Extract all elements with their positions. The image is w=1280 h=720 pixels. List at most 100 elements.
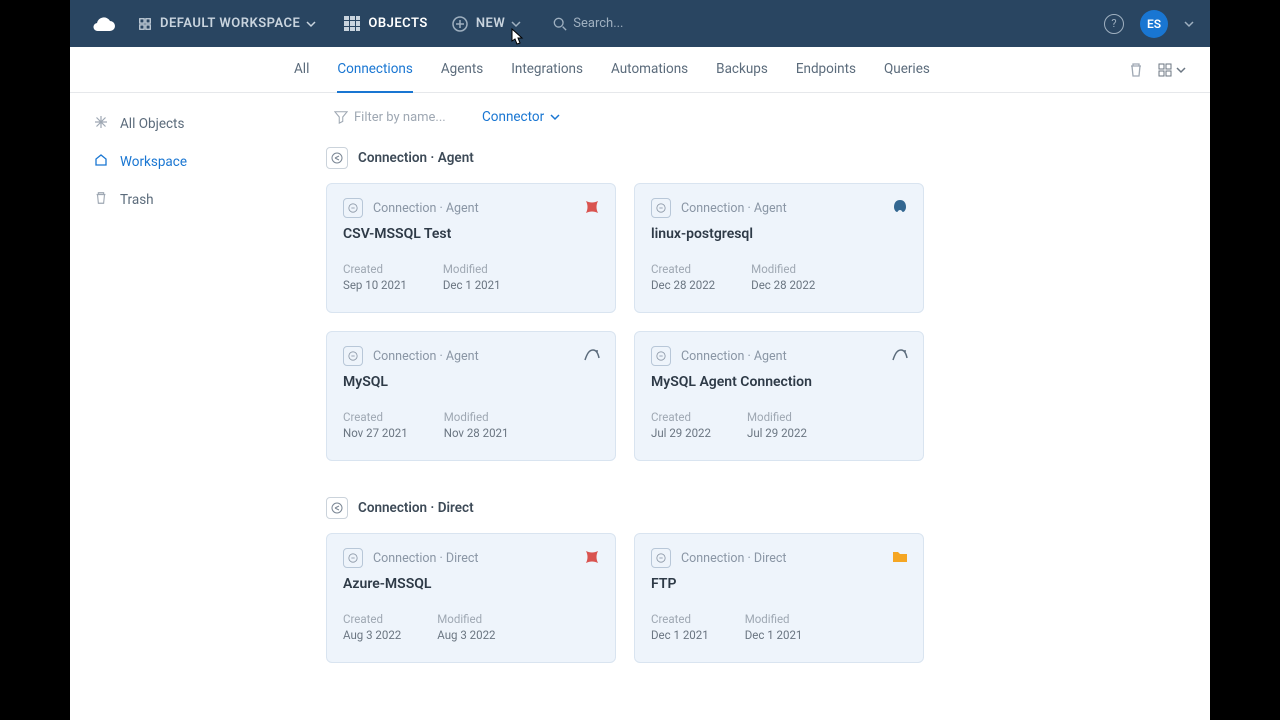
nav-objects[interactable]: OBJECTS	[344, 16, 427, 32]
sidebar-item-label: All Objects	[120, 116, 184, 132]
created-date: Jul 29 2022	[651, 426, 711, 440]
search-input[interactable]	[573, 16, 693, 31]
sidebar-item-all-objects[interactable]: All Objects	[78, 105, 318, 143]
workspace-icon	[138, 17, 152, 31]
connection-card[interactable]: Connection · AgentCSV-MSSQL TestCreatedS…	[326, 183, 616, 313]
connection-card[interactable]: Connection · Direct FTP Created Dec 1 2021 M…	[634, 533, 924, 663]
group-title: Connection · Direct	[358, 500, 474, 516]
connection-icon	[651, 346, 671, 366]
connection-card[interactable]: Connection · Direct Azure-MSSQL Created Aug…	[326, 533, 616, 663]
card-title: FTP	[651, 576, 907, 592]
postgres-icon	[891, 198, 909, 216]
connection-card[interactable]: Connection · Agent linux-postgresql Create…	[634, 183, 924, 313]
workspace-selector[interactable]: DEFAULT WORKSPACE	[138, 16, 316, 31]
modified-date: Aug 3 2022	[437, 628, 495, 642]
created-label: Created	[651, 262, 715, 276]
chevron-down-icon[interactable]	[1184, 19, 1194, 29]
search-box[interactable]	[553, 16, 693, 31]
card-title: CSV-MSSQL Test	[343, 226, 599, 242]
help-button[interactable]: ?	[1104, 14, 1124, 34]
tab-automations[interactable]: Automations	[611, 47, 688, 93]
tab-connections[interactable]: Connections	[337, 47, 412, 93]
workspace-label: DEFAULT WORKSPACE	[160, 16, 300, 31]
modified-label: Modified	[443, 262, 501, 276]
card-type-label: Connection · Direct	[373, 551, 479, 566]
created-label: Created	[651, 612, 709, 626]
connection-icon	[326, 147, 348, 169]
tab-backups[interactable]: Backups	[716, 47, 768, 93]
card-title: Azure-MSSQL	[343, 576, 599, 592]
main-content: Connector Connection · AgentConnection ·…	[326, 93, 1210, 720]
created-date: Aug 3 2022	[343, 628, 401, 642]
avatar[interactable]: ES	[1140, 10, 1168, 38]
card-type-label: Connection · Agent	[373, 201, 479, 216]
connection-icon	[343, 198, 363, 218]
connection-icon	[343, 548, 363, 568]
modified-label: Modified	[444, 410, 509, 424]
trash-icon	[94, 191, 120, 209]
card-type-label: Connection · Direct	[681, 551, 787, 566]
connector-filter[interactable]: Connector	[482, 109, 560, 125]
tab-integrations[interactable]: Integrations	[511, 47, 583, 93]
nav-new-label: NEW	[476, 16, 505, 31]
card-type-label: Connection · Agent	[681, 349, 787, 364]
workspace-icon	[94, 153, 120, 171]
trash-icon[interactable]	[1128, 62, 1144, 78]
connector-filter-label: Connector	[482, 109, 544, 125]
modified-date: Jul 29 2022	[747, 426, 807, 440]
tab-endpoints[interactable]: Endpoints	[796, 47, 856, 93]
filter-icon	[334, 110, 348, 124]
modified-date: Dec 28 2022	[751, 278, 815, 292]
mssql-icon	[583, 548, 601, 566]
card-title: linux-postgresql	[651, 226, 907, 242]
modified-label: Modified	[437, 612, 495, 626]
avatar-initials: ES	[1147, 17, 1161, 31]
sidebar: All Objects Workspace Trash	[70, 93, 326, 720]
mysql-icon	[891, 346, 909, 364]
grid-icon	[344, 16, 360, 32]
tab-agents[interactable]: Agents	[441, 47, 483, 93]
group-header: Connection · Direct	[326, 491, 1186, 533]
tab-all[interactable]: All	[294, 47, 309, 93]
created-label: Created	[343, 262, 407, 276]
created-date: Dec 1 2021	[651, 628, 709, 642]
chevron-down-icon	[550, 112, 560, 122]
card-type-label: Connection · Agent	[373, 349, 479, 364]
brand-logo[interactable]	[86, 6, 122, 42]
created-label: Created	[343, 612, 401, 626]
tabs-row: All Connections Agents Integrations Automati…	[70, 47, 1210, 93]
view-toggle[interactable]	[1158, 63, 1186, 77]
created-date: Dec 28 2022	[651, 278, 715, 292]
sidebar-item-workspace[interactable]: Workspace	[78, 143, 318, 181]
modified-date: Dec 1 2021	[745, 628, 803, 642]
nav-objects-label: OBJECTS	[368, 16, 427, 31]
connection-icon	[326, 497, 348, 519]
created-label: Created	[343, 410, 408, 424]
connection-card[interactable]: Connection · AgentMySQLCreatedNov 27 202…	[326, 331, 616, 461]
connection-icon	[651, 548, 671, 568]
modified-label: Modified	[745, 612, 803, 626]
connection-card[interactable]: Connection · AgentMySQL Agent Connection…	[634, 331, 924, 461]
filter-name[interactable]	[334, 110, 464, 125]
sidebar-item-label: Workspace	[120, 154, 187, 170]
modified-date: Dec 1 2021	[443, 278, 501, 292]
search-icon	[553, 17, 567, 31]
tab-queries[interactable]: Queries	[884, 47, 930, 93]
folder-icon	[891, 548, 909, 566]
grid-view-icon	[1158, 63, 1172, 77]
filter-name-input[interactable]	[354, 110, 464, 125]
group-title: Connection · Agent	[358, 150, 474, 166]
asterisk-icon	[94, 115, 120, 133]
card-title: MySQL	[343, 374, 599, 390]
modified-label: Modified	[751, 262, 815, 276]
mysql-icon	[583, 346, 601, 364]
modified-label: Modified	[747, 410, 807, 424]
chevron-down-icon	[1176, 65, 1186, 75]
sidebar-item-trash[interactable]: Trash	[78, 181, 318, 219]
card-type-label: Connection · Agent	[681, 201, 787, 216]
connection-icon	[651, 198, 671, 218]
topbar: DEFAULT WORKSPACE OBJECTS NEW ? ES	[70, 0, 1210, 47]
sidebar-item-label: Trash	[120, 192, 154, 208]
nav-new[interactable]: NEW	[452, 16, 529, 32]
chevron-down-icon	[511, 19, 521, 29]
